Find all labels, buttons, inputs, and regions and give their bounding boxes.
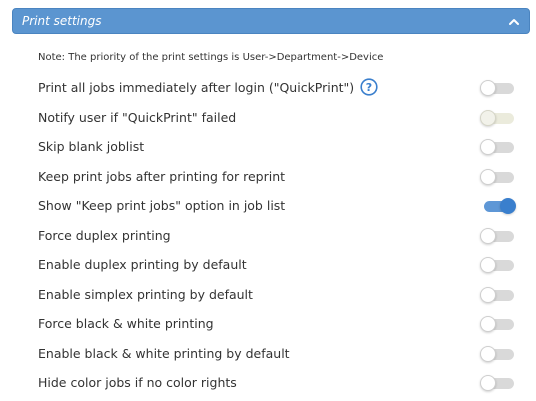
setting-label: Enable simplex printing by default [38, 286, 253, 302]
setting-label: Hide color jobs if no color rights [38, 374, 237, 390]
toggle-knob [480, 375, 496, 391]
setting-toggle[interactable] [480, 80, 516, 96]
setting-label: Skip blank joblist [38, 138, 145, 154]
toggle-knob [480, 228, 496, 244]
toggle-knob [480, 110, 496, 126]
setting-row: Notify user if "QuickPrint" failed [38, 106, 518, 128]
priority-note: Note: The priority of the print settings… [38, 52, 384, 63]
setting-toggle[interactable] [480, 169, 516, 185]
setting-label: Print all jobs immediately after login (… [38, 79, 355, 95]
setting-toggle[interactable] [480, 287, 516, 303]
setting-row: Force black & white printing [38, 312, 518, 334]
toggle-knob [480, 169, 496, 185]
setting-row: Print all jobs immediately after login (… [38, 76, 518, 98]
print-settings-panel: Print settings [12, 8, 530, 34]
setting-label: Keep print jobs after printing for repri… [38, 168, 286, 184]
setting-row: Keep print jobs after printing for repri… [38, 165, 518, 187]
toggle-knob [480, 139, 496, 155]
setting-label: Enable black & white printing by default [38, 345, 290, 361]
setting-row: Skip blank joblist [38, 135, 518, 157]
toggle-knob [480, 287, 496, 303]
setting-label: Show "Keep print jobs" option in job lis… [38, 197, 286, 213]
setting-toggle[interactable] [480, 139, 516, 155]
toggle-knob [480, 257, 496, 273]
question-circle-icon[interactable]: ? [360, 78, 378, 96]
toggle-knob [480, 80, 496, 96]
setting-toggle[interactable] [480, 257, 516, 273]
setting-row: Show "Keep print jobs" option in job lis… [38, 194, 518, 216]
setting-row: Hide color jobs if no color rights [38, 371, 518, 393]
setting-toggle[interactable] [480, 198, 516, 214]
print-settings-header[interactable]: Print settings [12, 8, 530, 34]
svg-text:?: ? [366, 81, 372, 94]
setting-toggle[interactable] [480, 228, 516, 244]
setting-label: Notify user if "QuickPrint" failed [38, 109, 237, 125]
setting-row: Enable duplex printing by default [38, 253, 518, 275]
toggle-knob [480, 346, 496, 362]
setting-row: Enable black & white printing by default [38, 342, 518, 364]
setting-label: Enable duplex printing by default [38, 256, 247, 272]
setting-row: Force duplex printing [38, 224, 518, 246]
panel-title: Print settings [22, 14, 102, 28]
setting-label: Force duplex printing [38, 227, 171, 243]
toggle-knob [480, 316, 496, 332]
setting-toggle[interactable] [480, 346, 516, 362]
setting-toggle[interactable] [480, 110, 516, 126]
setting-toggle[interactable] [480, 375, 516, 391]
setting-row: Enable simplex printing by default [38, 283, 518, 305]
toggle-knob [500, 198, 516, 214]
chevron-up-icon[interactable] [507, 14, 521, 28]
setting-toggle[interactable] [480, 316, 516, 332]
setting-label: Force black & white printing [38, 315, 214, 331]
